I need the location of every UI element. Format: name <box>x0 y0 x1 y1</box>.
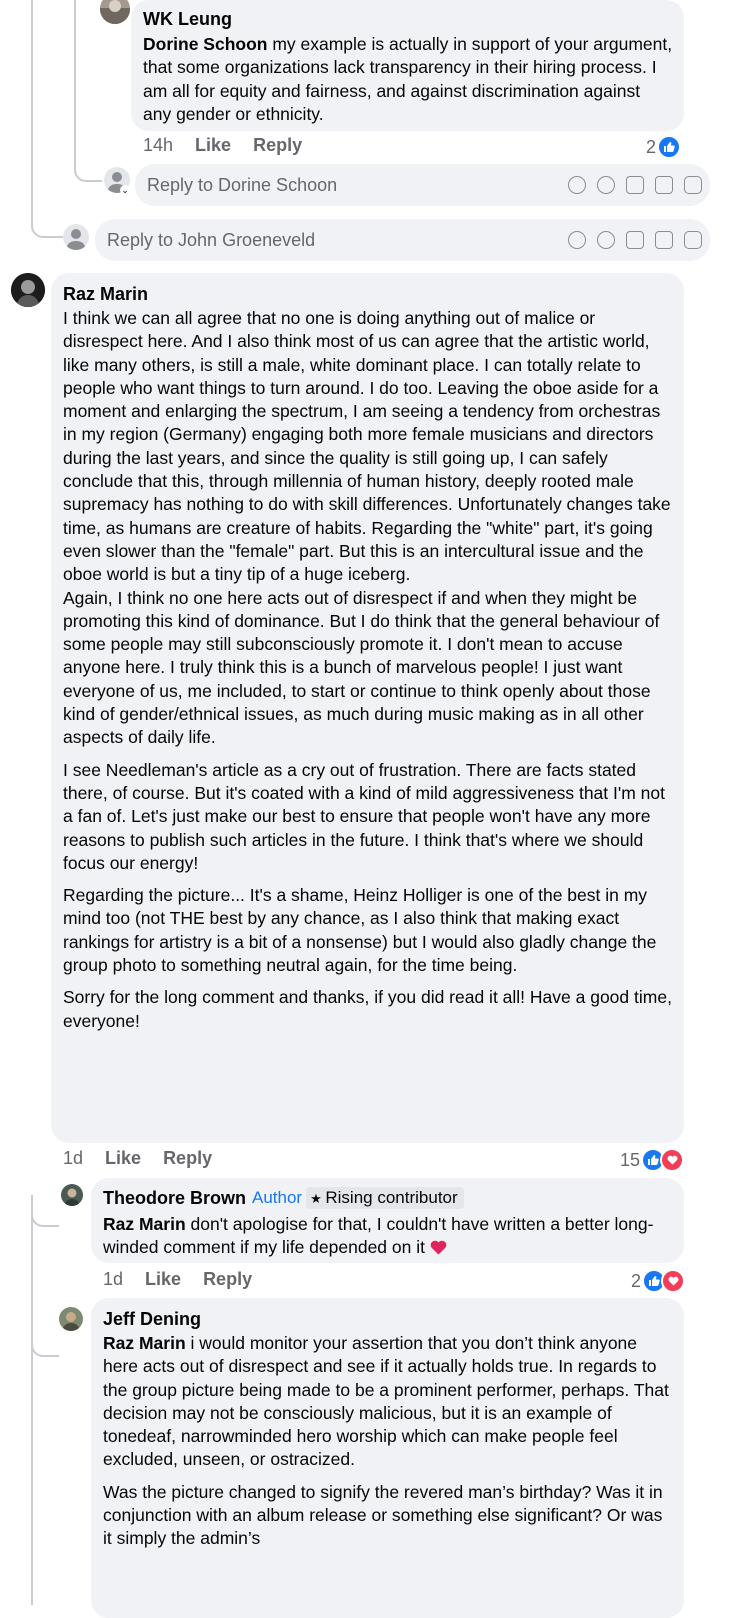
comment-text: Raz Marin i would monitor your assertion… <box>103 1332 673 1551</box>
avatar[interactable] <box>100 0 130 24</box>
camera-icon[interactable] <box>626 176 644 194</box>
comment-actions: 1d Like Reply <box>63 1148 212 1169</box>
comment-paragraph: Raz Marin i would monitor your assertion… <box>103 1332 673 1472</box>
comment-text: Raz Marin don't apologise for that, I co… <box>103 1213 673 1260</box>
mention-link[interactable]: Raz Marin <box>103 1214 186 1234</box>
like-button[interactable]: Like <box>105 1148 141 1169</box>
reaction-count[interactable]: 2 <box>631 1269 686 1293</box>
comment-header: Theodore Brown Author ★ Rising contribut… <box>103 1187 464 1209</box>
camera-icon[interactable] <box>626 231 644 249</box>
jeff-dening-avatar-icon <box>59 1307 83 1331</box>
reply-input-john[interactable]: Reply to John Groeneveld <box>95 219 710 261</box>
emoji-icon[interactable] <box>597 231 615 249</box>
timestamp[interactable]: 1d <box>103 1269 123 1290</box>
like-button[interactable]: Like <box>145 1269 181 1290</box>
reply-button[interactable]: Reply <box>203 1269 252 1290</box>
reaction-count-value: 15 <box>620 1149 641 1170</box>
chevron-down-icon[interactable]: ⌄ <box>120 185 130 195</box>
reply-input-placeholder: Reply to John Groeneveld <box>107 229 316 250</box>
comment-paragraph: Regarding the picture... It's a shame, H… <box>63 885 657 976</box>
theodore-brown-avatar-icon <box>61 1184 83 1206</box>
author-label: Author <box>252 1188 303 1207</box>
reply-tools <box>568 231 702 249</box>
comment-paragraph: Was the picture changed to signify the r… <box>103 1481 663 1549</box>
comment-paragraph: Again, I think no one here acts out of d… <box>63 587 660 748</box>
reaction-count[interactable]: 2 <box>646 135 682 159</box>
thread-elbow-theodore <box>31 1195 59 1227</box>
badge-label: Rising contributor <box>325 1188 458 1207</box>
comment-paragraph: Sorry for the long comment and thanks, i… <box>63 987 672 1031</box>
avatar[interactable] <box>61 1184 83 1206</box>
comment-text: I think we can all agree that no one is … <box>63 307 673 1033</box>
reply-tools <box>568 176 702 194</box>
thread-line-root <box>31 0 33 222</box>
thread-elbow-john-reply <box>31 212 63 238</box>
comment-author-name[interactable]: Jeff Dening <box>103 1308 201 1330</box>
avatar-sticker-icon[interactable] <box>568 231 586 249</box>
reply-button[interactable]: Reply <box>163 1148 212 1169</box>
like-reaction-icon <box>657 135 682 159</box>
comment-bubble-wk-leung: WK Leung Dorine Schoon my example is act… <box>131 0 684 131</box>
red-heart-emoji-icon <box>430 1238 447 1255</box>
reaction-count-value: 2 <box>631 1270 642 1291</box>
reply-input-dorine[interactable]: Reply to Dorine Schoon <box>135 164 710 206</box>
comment-actions: 14h Like Reply <box>143 135 302 156</box>
wk-leung-avatar-icon <box>100 0 130 24</box>
gif-icon[interactable] <box>655 176 673 194</box>
star-icon: ★ <box>310 1191 326 1206</box>
gif-icon[interactable] <box>655 231 673 249</box>
reply-button[interactable]: Reply <box>253 135 302 156</box>
sticker-icon[interactable] <box>684 176 702 194</box>
mention-link[interactable]: Raz Marin <box>103 1333 186 1353</box>
user-silhouette-icon <box>66 229 86 250</box>
timestamp[interactable]: 14h <box>143 135 173 156</box>
comment-bubble-theodore-brown: Theodore Brown Author ★ Rising contribut… <box>91 1178 684 1263</box>
comment-author-name[interactable]: Theodore Brown <box>103 1187 246 1209</box>
thread-line-raz <box>31 1195 33 1605</box>
raz-marin-avatar-icon <box>11 273 45 307</box>
rising-contributor-badge[interactable]: ★ Rising contributor <box>306 1187 464 1209</box>
comment-body: i would monitor your assertion that you … <box>103 1333 669 1470</box>
avatar[interactable] <box>11 273 45 307</box>
thread-line-wk <box>74 0 76 160</box>
like-button[interactable]: Like <box>195 135 231 156</box>
current-user-avatar <box>63 224 89 250</box>
thread-elbow-jeff <box>31 1305 59 1357</box>
timestamp[interactable]: 1d <box>63 1148 83 1169</box>
comment-text: Dorine Schoon my example is actually in … <box>143 33 673 126</box>
comment-paragraph: I see Needleman's article as a cry out o… <box>63 759 665 873</box>
emoji-icon[interactable] <box>597 176 615 194</box>
thread-elbow-dorine-reply <box>74 158 102 182</box>
reaction-count-value: 2 <box>646 136 657 157</box>
reaction-count[interactable]: 15 <box>620 1148 685 1172</box>
comment-bubble-raz-marin: Raz Marin I think we can all agree that … <box>51 273 684 1143</box>
avatar[interactable] <box>59 1307 83 1331</box>
mention-link[interactable]: Dorine Schoon <box>143 34 267 54</box>
avatar-sticker-icon[interactable] <box>568 176 586 194</box>
comment-body: don't apologise for that, I couldn't hav… <box>103 1214 654 1258</box>
love-reaction-icon <box>660 1148 685 1172</box>
comment-bubble-jeff-dening: Jeff Dening Raz Marin i would monitor yo… <box>91 1298 684 1618</box>
love-reaction-icon <box>661 1269 686 1293</box>
reply-input-placeholder: Reply to Dorine Schoon <box>147 174 338 195</box>
sticker-icon[interactable] <box>684 231 702 249</box>
comment-author-name[interactable]: WK Leung <box>143 8 232 30</box>
comment-paragraph: I think we can all agree that no one is … <box>63 308 671 585</box>
comment-author-name[interactable]: Raz Marin <box>63 283 148 305</box>
comment-actions: 1d Like Reply <box>103 1269 252 1290</box>
